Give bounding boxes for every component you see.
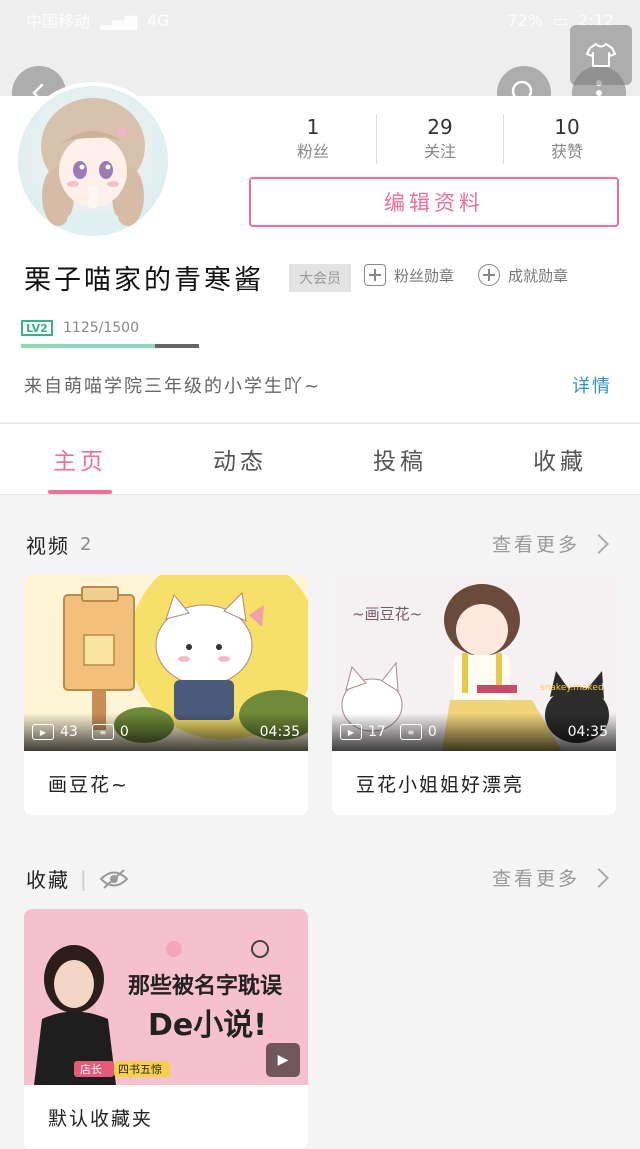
medal-plus-icon [364, 264, 386, 286]
video-thumbnail: ▶ 43 ≡ 0 04:35 [24, 575, 308, 751]
status-bar: 中国移动 ▂▄▆ 4G 72% ▭ 2:12 [0, 0, 640, 40]
carrier-label: 中国移动 [26, 12, 91, 31]
tshirt-icon [586, 43, 616, 67]
thumb-text-line2: De小说! [148, 1008, 267, 1043]
edit-profile-button[interactable]: 编辑资料 [249, 177, 619, 227]
thumb-tag2: 四书五惊 [118, 1062, 162, 1076]
video-duration: 04:35 [259, 724, 300, 740]
profile-tabs: 主页 动态 投稿 收藏 [0, 423, 640, 495]
stat-following[interactable]: 29 关注 [377, 114, 504, 164]
favorites-title: 收藏 [26, 868, 70, 892]
danmaku-icon: ≡ [91, 724, 114, 740]
avatar[interactable] [18, 86, 168, 236]
profile-card: 1 粉丝 29 关注 10 获赞 编辑资料 栗子喵家的青寒酱 大会员 粉丝勋章 … [0, 86, 640, 422]
battery-percent: 72% [507, 10, 543, 30]
chevron-right-icon [589, 533, 609, 554]
danmaku-count: 0 [119, 724, 129, 740]
thumb-tag1: 店长 [80, 1062, 102, 1076]
tab-dynamics[interactable]: 动态 [160, 424, 320, 494]
level-progress-bar [21, 344, 199, 348]
playlist-play-icon[interactable]: ▶ [266, 1043, 300, 1077]
favorites-section-header: 收藏 | [26, 864, 129, 893]
thumb-tag-text: snakey.maked [540, 683, 604, 693]
video-duration: 04:35 [567, 724, 608, 740]
stats-row: 1 粉丝 29 关注 10 获赞 [250, 114, 630, 164]
level-badge: LV2 [21, 320, 53, 336]
video-thumbnail: ~画豆花~ snakey.maked ▶ 17 ≡ 0 04:35 [332, 575, 616, 751]
vip-badge[interactable]: 大会员 [289, 264, 351, 292]
detail-link[interactable]: 详情 [572, 372, 612, 398]
fan-medal-button[interactable]: 粉丝勋章 [364, 264, 454, 286]
video-title: 画豆花~ [48, 773, 129, 796]
battery-icon: ▭ [552, 10, 569, 30]
signal-type: 4G [146, 10, 170, 30]
danmaku-icon: ≡ [399, 724, 422, 740]
play-icon: ▶ [340, 724, 362, 740]
tab-favorites[interactable]: 收藏 [480, 424, 640, 494]
level-progress-fill [21, 344, 155, 348]
play-count: 17 [368, 724, 386, 740]
videos-count: 2 [80, 534, 94, 555]
videos-more-label: 查看更多 [492, 534, 581, 556]
video-meta-bar: ▶ 43 ≡ 0 04:35 [24, 713, 308, 751]
stat-likes[interactable]: 10 获赞 [504, 114, 630, 164]
video-meta-bar: ▶ 17 ≡ 0 04:35 [332, 713, 616, 751]
username: 栗子喵家的青寒酱 [24, 265, 264, 296]
following-label: 关注 [423, 142, 456, 161]
danmaku-count: 0 [427, 724, 437, 740]
divider: | [80, 866, 89, 891]
eye-hidden-icon[interactable] [99, 868, 129, 890]
tab-home[interactable]: 主页 [0, 424, 160, 494]
fans-label: 粉丝 [296, 142, 329, 161]
avatar-image [18, 86, 168, 236]
favorite-thumbnail: 那些被名字耽误 De小说! 店长 四书五惊 ▶ [24, 909, 308, 1085]
video-title: 豆花小姐姐好漂亮 [356, 773, 525, 796]
thumb-banner-text: ~画豆花~ [352, 605, 422, 623]
chevron-right-icon [589, 867, 609, 888]
level-progress-text: 1125/1500 [63, 320, 139, 336]
stat-fans[interactable]: 1 粉丝 [250, 114, 377, 164]
video-card[interactable]: ▶ 43 ≡ 0 04:35 画豆花~ [24, 575, 308, 815]
level-row: LV2 1125/1500 [21, 320, 139, 336]
theme-button[interactable] [570, 25, 632, 85]
favorite-folder-title: 默认收藏夹 [48, 1107, 154, 1130]
following-count: 29 [427, 115, 453, 139]
video-card[interactable]: ~画豆花~ snakey.maked ▶ 17 ≡ 0 04:35 豆花小姐姐好漂亮 [332, 575, 616, 815]
favorite-folder-card[interactable]: 那些被名字耽误 De小说! 店长 四书五惊 ▶ 默认收藏夹 [24, 909, 308, 1149]
favorites-more-link[interactable]: 查看更多 [492, 864, 609, 891]
medal-plus-icon [478, 264, 500, 286]
videos-section-header: 视频 2 [26, 530, 93, 559]
videos-more-link[interactable]: 查看更多 [492, 530, 609, 557]
play-icon: ▶ [32, 724, 54, 740]
tab-submissions[interactable]: 投稿 [320, 424, 480, 494]
signal-icon: ▂▄▆ [100, 10, 137, 30]
play-count: 43 [60, 724, 78, 740]
favorites-more-label: 查看更多 [492, 868, 581, 890]
videos-title: 视频 [26, 534, 70, 558]
bio-text: 来自萌喵学院三年级的小学生吖~ [24, 376, 322, 397]
thumb-text-line1: 那些被名字耽误 [128, 973, 283, 999]
likes-label: 获赞 [550, 142, 583, 161]
fans-count: 1 [306, 115, 320, 139]
fan-medal-label: 粉丝勋章 [394, 266, 455, 285]
achievement-medal-label: 成就勋章 [508, 266, 569, 285]
achievement-medal-button[interactable]: 成就勋章 [478, 264, 568, 286]
likes-count: 10 [554, 115, 580, 139]
